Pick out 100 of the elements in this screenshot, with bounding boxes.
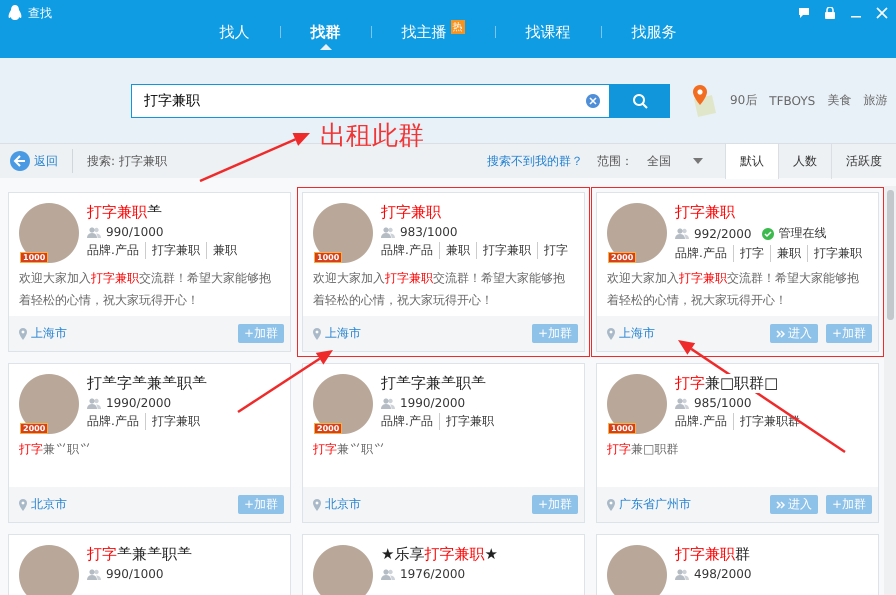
hot-tag[interactable]: TFBOYS <box>769 94 816 108</box>
admin-status: 管理在线 <box>778 225 826 242</box>
group-name[interactable]: ★乐享打字兼职★ <box>381 545 498 564</box>
nav-tab[interactable]: 找主播 热 <box>394 18 472 46</box>
people-icon <box>381 568 395 580</box>
people-icon <box>675 398 689 408</box>
group-tag: 品牌.产品 <box>675 245 727 262</box>
pin-icon <box>607 328 615 340</box>
member-count: 983/1000 <box>400 225 458 239</box>
group-card[interactable]: 打字兼职群 498/2000 <box>596 534 879 595</box>
people-icon <box>675 228 689 239</box>
chevrons-icon <box>776 330 785 338</box>
group-name[interactable]: 打字兼□职群□ <box>675 374 778 393</box>
sort-tab[interactable]: 默认 <box>725 144 778 178</box>
nav-tab[interactable]: 找服务 <box>624 18 684 46</box>
level-badge: 2000 <box>20 423 48 434</box>
hot-badge: 热 <box>450 20 464 34</box>
group-name[interactable]: 打字兼职 <box>675 203 735 222</box>
group-description: 欢迎大家加入打字兼职交流群！希望大家能够抱着轻松的心情，祝大家玩得开心！ <box>313 270 566 309</box>
group-tag: 兼职 <box>206 242 237 259</box>
annotation-text: 出租此群 <box>320 120 424 153</box>
level-badge: 1000 <box>608 423 636 434</box>
search-field[interactable]: 打字兼职 <box>131 84 610 118</box>
people-icon <box>381 226 395 238</box>
chevrons-icon <box>776 500 785 508</box>
member-count: 1976/2000 <box>400 567 466 581</box>
group-tag: 品牌.产品 <box>87 413 139 430</box>
level-badge: 1000 <box>314 252 342 263</box>
people-icon <box>87 568 101 580</box>
group-name[interactable]: 打⺷字⺷兼⺷职⺷ <box>87 374 207 393</box>
group-tag: 打字 <box>732 245 764 262</box>
group-tag: 品牌.产品 <box>381 242 433 259</box>
location-link[interactable]: 上海市 <box>313 325 361 342</box>
people-icon <box>87 226 101 238</box>
feedback-icon[interactable] <box>798 7 810 19</box>
group-card[interactable]: 打字⺷兼⺷职⺷ 990/1000 <box>8 534 291 595</box>
group-tag: 打字兼职 <box>438 413 494 430</box>
nav-tab[interactable]: 找人 <box>212 18 258 46</box>
people-icon <box>675 568 689 580</box>
group-card[interactable]: 1000 打字兼职⺷ 990/1000 品牌.产品 打字兼职 兼职 欢迎大家加入打字兼职交流群！希望大家能够抱着轻松的心情，祝大家玩得开心！ 上海市 +加群 <box>8 192 291 352</box>
search-button[interactable] <box>610 84 670 118</box>
check-icon <box>762 228 774 240</box>
avatar-placeholder <box>19 545 79 595</box>
group-tag: 兼职 <box>770 245 801 262</box>
nav-tab[interactable]: 找课程 <box>518 18 578 46</box>
location-link[interactable]: 上海市 <box>19 325 67 342</box>
hot-tag[interactable]: 90后 <box>730 92 758 109</box>
search-icon <box>632 92 648 108</box>
group-name[interactable]: 打字兼职⺷ <box>87 203 162 222</box>
group-description: 打字兼⺍职⺍ <box>313 441 386 458</box>
hot-tag[interactable]: 旅游 <box>863 92 888 109</box>
location-link[interactable]: 北京市 <box>19 496 67 513</box>
penguin-icon <box>8 5 22 21</box>
pin-icon <box>313 498 321 510</box>
clear-icon[interactable] <box>586 94 600 108</box>
level-badge: 1000 <box>20 252 48 263</box>
lock-icon[interactable] <box>824 7 836 19</box>
group-tag: 打字兼职 <box>144 242 200 259</box>
scope-label: 范围： <box>597 152 633 170</box>
help-link[interactable]: 搜索不到我的群？ <box>487 152 583 170</box>
member-count: 498/2000 <box>694 567 752 581</box>
group-card[interactable]: 1000 打字兼职 983/1000 品牌.产品 兼职 打字兼职 打字 欢迎大家加入打字兼职交流群！希望大家能够抱着轻松的心情，祝大家玩得开心！ 上海市 +加群 <box>302 192 585 352</box>
level-badge: 2000 <box>608 252 636 263</box>
sort-tab[interactable]: 活跃度 <box>831 144 896 178</box>
group-name[interactable]: 打字⺷兼⺷职⺷ <box>87 545 192 564</box>
hot-tag[interactable]: 美食 <box>827 92 852 109</box>
location-link[interactable]: 北京市 <box>313 496 361 513</box>
back-link[interactable]: 返回 <box>10 149 73 173</box>
caret-icon <box>693 158 703 164</box>
pin-icon <box>19 328 27 340</box>
group-card[interactable]: 2000 打⺷字⺷兼⺷职⺷ 1990/2000 品牌.产品 打字兼职 打字兼⺍职⺍ 北京市 +加群 <box>8 363 291 523</box>
group-card[interactable]: 2000 打字兼职 992/2000 管理在线 品牌.产品 打字 兼职 打字兼职 欢迎大家加入打字兼职交流群！希望大家能够抱着轻松的心情，祝大家玩得开心！ 上海市 进入 +加群 <box>596 192 879 352</box>
group-name[interactable]: 打字兼职群 <box>675 545 750 564</box>
group-card[interactable]: ★乐享打字兼职★ 1976/2000 <box>302 534 585 595</box>
avatar-placeholder <box>607 545 667 595</box>
people-icon <box>87 398 101 408</box>
level-badge: 2000 <box>314 423 342 434</box>
sort-tab[interactable]: 人数 <box>778 144 831 178</box>
member-count: 985/1000 <box>694 396 752 410</box>
group-tag: 品牌.产品 <box>381 413 433 430</box>
group-tag: 打字兼职 <box>476 242 531 259</box>
group-tag: 打字兼职 <box>144 413 200 430</box>
group-description: 打字兼⺍职⺍ <box>19 441 92 458</box>
scope-dropdown[interactable]: 全国 <box>633 152 725 170</box>
location-link[interactable]: 广东省广州市 <box>607 496 691 513</box>
group-tag: 打字 <box>536 242 568 259</box>
close-icon[interactable] <box>876 7 888 19</box>
scroll-thumb[interactable] <box>887 190 894 320</box>
scrollbar[interactable] <box>884 186 896 595</box>
group-name[interactable]: 打字兼职 <box>381 203 441 222</box>
member-count: 990/1000 <box>106 567 164 581</box>
group-card[interactable]: 2000 打⺷字兼⺷职⺷ 1990/2000 品牌.产品 打字兼职 打字兼⺍职⺍ 北京市 +加群 <box>302 363 585 523</box>
member-count: 992/2000 <box>694 226 752 240</box>
group-name[interactable]: 打⺷字兼⺷职⺷ <box>381 374 486 393</box>
group-tag: 品牌.产品 <box>675 413 727 430</box>
pin-icon <box>607 498 615 510</box>
pin-icon <box>313 328 321 340</box>
location-link[interactable]: 上海市 <box>607 325 655 342</box>
member-count: 1990/2000 <box>400 396 466 410</box>
group-tag: 兼职 <box>438 242 470 259</box>
